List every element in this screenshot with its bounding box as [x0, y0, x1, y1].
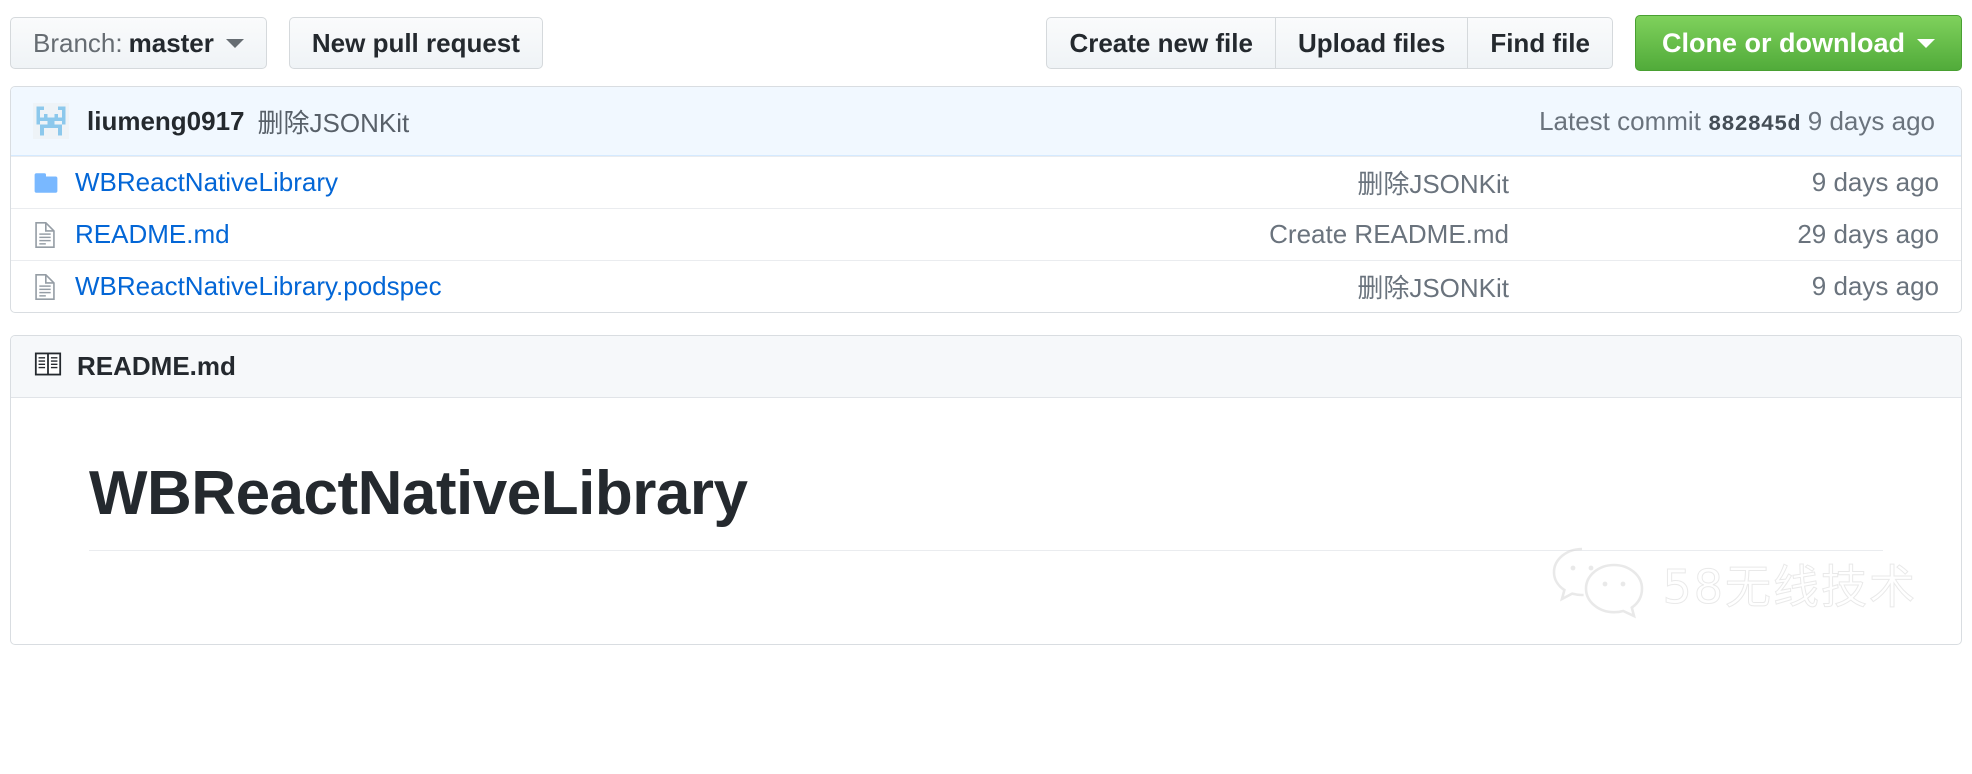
repo-toolbar: Branch: master New pull request Create ne…: [0, 0, 1972, 86]
commit-author-link[interactable]: liumeng0917: [87, 106, 245, 137]
wechat-icon: [1550, 541, 1646, 626]
table-row[interactable]: WBReactNativeLibrary 删除JSONKit 9 days ag…: [11, 156, 1961, 208]
watermark-text: 58无线技术: [1662, 559, 1917, 614]
readme-content: WBReactNativeLibrary 58无线技术: [11, 398, 1961, 644]
row-age: 9 days ago: [1811, 167, 1939, 197]
file-icon: [33, 273, 75, 300]
file-name-cell: README.md: [75, 219, 755, 250]
branch-name-label: master: [128, 28, 214, 58]
branch-prefix-label: Branch:: [33, 28, 123, 58]
commit-age: 9 days ago: [1807, 105, 1935, 136]
row-commit-message[interactable]: Create README.md: [755, 219, 1509, 250]
heading-divider: [89, 550, 1883, 552]
readme-header: README.md: [11, 336, 1961, 398]
row-age: 9 days ago: [1811, 271, 1939, 301]
file-icon: [33, 221, 75, 248]
file-actions-group: Create new file Upload files Find file: [1046, 17, 1613, 69]
file-name-cell: WBReactNativeLibrary: [75, 167, 755, 198]
watermark: 58无线技术: [1550, 541, 1917, 626]
new-pull-request-button[interactable]: New pull request: [288, 17, 543, 69]
table-row[interactable]: README.md Create README.md 29 days ago: [11, 208, 1961, 260]
row-commit-message[interactable]: 删除JSONKit: [755, 164, 1509, 201]
toolbar-right-group: Create new file Upload files Find file C…: [1046, 15, 1962, 71]
clone-or-download-label: Clone or download: [1662, 27, 1905, 58]
latest-commit-info: Latest commit 882845d 9 days ago: [1539, 106, 1939, 137]
file-link[interactable]: README.md: [75, 219, 230, 249]
readme-heading: WBReactNativeLibrary: [89, 459, 748, 528]
latest-commit-bar: liumeng0917 删除JSONKit Latest commit 8828…: [11, 87, 1961, 156]
row-commit-message[interactable]: 删除JSONKit: [755, 268, 1509, 305]
file-name-cell: WBReactNativeLibrary.podspec: [75, 271, 755, 302]
readme-box: README.md WBReactNativeLibrary 58无线技术: [10, 335, 1962, 645]
folder-icon: [33, 170, 75, 196]
commit-sha-link[interactable]: 882845d: [1708, 112, 1800, 137]
book-icon: [33, 351, 63, 382]
chevron-down-icon: [1917, 38, 1935, 48]
file-link[interactable]: WBReactNativeLibrary.podspec: [75, 271, 442, 301]
table-row[interactable]: WBReactNativeLibrary.podspec 删除JSONKit 9…: [11, 260, 1961, 312]
file-listing-box: liumeng0917 删除JSONKit Latest commit 8828…: [10, 86, 1962, 313]
row-age: 29 days ago: [1797, 219, 1939, 249]
toolbar-left-group: Branch: master New pull request: [10, 17, 543, 69]
file-link[interactable]: WBReactNativeLibrary: [75, 167, 338, 197]
avatar[interactable]: [33, 103, 69, 139]
readme-header-title: README.md: [77, 351, 236, 381]
chevron-down-icon: [225, 38, 244, 48]
upload-files-button[interactable]: Upload files: [1275, 17, 1469, 69]
branch-selector-button[interactable]: Branch: master: [10, 17, 267, 69]
create-new-file-button[interactable]: Create new file: [1046, 17, 1276, 69]
commit-message[interactable]: 删除JSONKit: [258, 103, 410, 140]
clone-or-download-button[interactable]: Clone or download: [1635, 15, 1962, 71]
latest-commit-label: Latest commit: [1539, 105, 1701, 136]
repository-page: Branch: master New pull request Create ne…: [0, 0, 1972, 774]
find-file-button[interactable]: Find file: [1468, 17, 1613, 69]
